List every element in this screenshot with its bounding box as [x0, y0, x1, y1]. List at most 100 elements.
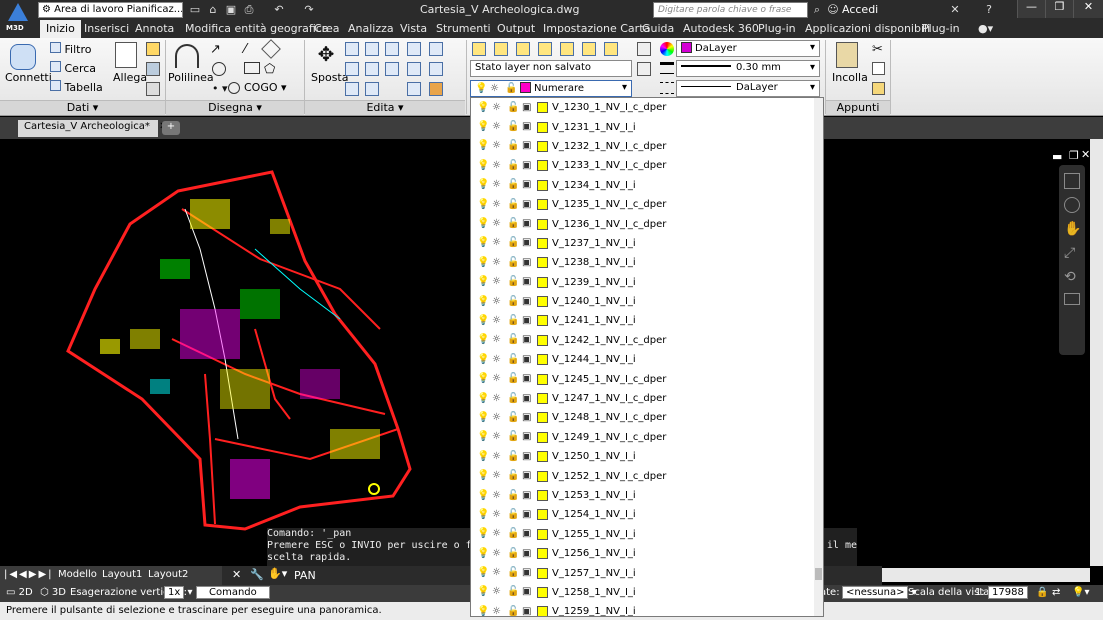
- paste-icon[interactable]: [836, 42, 858, 68]
- layer-list-item[interactable]: 💡 ☼ 🔓 ▣ V_1232_1_NV_I_c_dper: [471, 137, 823, 156]
- close-button[interactable]: ✕: [1073, 0, 1103, 18]
- layer-list-item[interactable]: 💡 ☼ 🔓 ▣ V_1255_1_NV_I_i: [471, 525, 823, 544]
- tab-layout1[interactable]: Layout1: [102, 569, 142, 580]
- help-icon[interactable]: ?: [982, 3, 996, 16]
- erase-icon[interactable]: [385, 42, 399, 56]
- lightbulb-icon[interactable]: 💡: [477, 102, 489, 113]
- data-tool-icon[interactable]: [146, 82, 160, 96]
- file-tab[interactable]: Cartesia_V Archeologica* ✕: [18, 120, 168, 137]
- lightbulb-icon[interactable]: 💡: [477, 180, 489, 190]
- layer-tool-icon[interactable]: [146, 42, 160, 56]
- binoculars-icon[interactable]: ⌕: [810, 3, 824, 16]
- viewport-freeze-icon[interactable]: ▣: [522, 160, 532, 171]
- sun-icon[interactable]: ☼: [492, 315, 502, 326]
- polilinea-button[interactable]: Polilinea: [168, 71, 214, 84]
- sun-icon[interactable]: ☼: [492, 199, 502, 210]
- linetype-dropdown[interactable]: DaLayer ▾: [676, 80, 820, 97]
- lock-icon[interactable]: 🔓: [507, 587, 519, 597]
- sun-icon[interactable]: ☼: [492, 277, 502, 287]
- vertical-scrollbar[interactable]: [1090, 139, 1103, 566]
- layer-list-item[interactable]: 💡 ☼ 🔓 ▣ V_1256_1_NV_I_i: [471, 544, 823, 563]
- open-file-icon[interactable]: ⌂: [206, 3, 220, 16]
- tab-plug-in-2[interactable]: Plug-in: [922, 22, 960, 35]
- sun-icon[interactable]: ☼: [492, 490, 502, 501]
- search-input[interactable]: Digitare parola chiave o frase: [653, 2, 808, 18]
- sun-icon[interactable]: ☼: [492, 160, 502, 171]
- minimize-button[interactable]: —: [1017, 0, 1045, 18]
- attach-icon[interactable]: [115, 42, 137, 68]
- lightbulb-icon[interactable]: 💡: [477, 606, 489, 616]
- color-dropdown[interactable]: DaLayer ▾: [676, 40, 820, 57]
- color-wheel-icon[interactable]: [660, 42, 674, 56]
- viewport-freeze-icon[interactable]: ▣: [522, 199, 532, 210]
- scale-input[interactable]: 17988: [988, 586, 1028, 599]
- query-icon[interactable]: [146, 62, 160, 76]
- viewport-freeze-icon[interactable]: ▣: [522, 393, 532, 404]
- tab-impostazione-carta[interactable]: Impostazione Carta: [543, 22, 650, 35]
- array-icon[interactable]: [345, 82, 359, 96]
- sun-icon[interactable]: ☼: [492, 509, 502, 520]
- viewport-freeze-icon[interactable]: ▣: [522, 471, 532, 481]
- cogo-icon[interactable]: [228, 82, 240, 94]
- save-icon[interactable]: ▣: [224, 3, 238, 16]
- fillet-icon[interactable]: [365, 62, 379, 76]
- viewport-freeze-icon[interactable]: ▣: [522, 102, 532, 113]
- layer-list-item[interactable]: 💡 ☼ 🔓 ▣ V_1235_1_NV_I_c_dper: [471, 195, 823, 214]
- command-input[interactable]: PAN: [294, 569, 316, 582]
- database-icon[interactable]: [10, 44, 36, 70]
- lightbulb-icon[interactable]: 💡: [477, 160, 489, 171]
- viewport-freeze-icon[interactable]: ▣: [522, 509, 532, 520]
- lightbulb-icon[interactable]: 💡: [477, 548, 489, 559]
- offset-icon[interactable]: [385, 62, 399, 76]
- layer-iso-icon[interactable]: [516, 42, 530, 56]
- viewport-freeze-icon[interactable]: ▣: [522, 315, 532, 326]
- tab-vista[interactable]: Vista: [400, 22, 427, 35]
- lock-icon[interactable]: 🔓: [507, 122, 519, 132]
- rotate-icon[interactable]: [345, 42, 359, 56]
- wrench-icon[interactable]: 🔧: [250, 568, 264, 581]
- tab-autodesk-360[interactable]: Autodesk 360: [683, 22, 759, 35]
- view-2d-button[interactable]: ▭ 2D: [6, 587, 33, 598]
- sun-icon[interactable]: ☼: [492, 335, 502, 345]
- layer-list-item[interactable]: 💡 ☼ 🔓 ▣ V_1234_1_NV_I_i: [471, 176, 823, 195]
- move-icon[interactable]: ✥: [315, 43, 337, 65]
- connetti-button[interactable]: Connetti: [5, 71, 52, 84]
- annotation-icon[interactable]: ⇄: [1052, 587, 1060, 598]
- rectangle-icon[interactable]: [244, 62, 260, 74]
- viewport-freeze-icon[interactable]: ▣: [522, 529, 532, 539]
- lightbulb-icon[interactable]: 💡: [477, 412, 489, 423]
- lock-icon[interactable]: 🔓: [507, 102, 519, 113]
- lock-icon[interactable]: 🔓: [507, 315, 519, 326]
- viewport-freeze-icon[interactable]: ▣: [522, 141, 532, 151]
- circle-icon[interactable]: [212, 62, 226, 76]
- viewport-close-icon[interactable]: ✕: [1081, 148, 1090, 161]
- lightbulb-icon[interactable]: 💡: [477, 568, 489, 578]
- scale-icon[interactable]: [429, 62, 443, 76]
- layer-list-item[interactable]: 💡 ☼ 🔓 ▣ V_1257_1_NV_I_i: [471, 563, 823, 582]
- sun-icon[interactable]: ☼: [492, 412, 502, 423]
- sun-icon[interactable]: ☼: [492, 432, 502, 442]
- lightbulb-status-icon[interactable]: 💡▾: [1072, 587, 1089, 598]
- lock-icon[interactable]: 🔓: [507, 548, 519, 559]
- sun-icon[interactable]: ☼: [492, 102, 502, 113]
- sun-icon[interactable]: ☼: [492, 354, 502, 365]
- viewport-freeze-icon[interactable]: ▣: [522, 606, 532, 616]
- tab-inizio[interactable]: Inizio: [40, 20, 81, 38]
- viewport-freeze-icon[interactable]: ▣: [522, 335, 532, 345]
- sun-icon[interactable]: ☼: [492, 587, 502, 597]
- steering-wheel-icon[interactable]: [1064, 197, 1080, 213]
- lock-icon[interactable]: 🔓: [507, 529, 519, 539]
- scrollbar-thumb[interactable]: [815, 568, 822, 580]
- lock-icon[interactable]: 🔓: [507, 568, 519, 578]
- viewport-freeze-icon[interactable]: ▣: [522, 277, 532, 287]
- pentagon-icon[interactable]: ⬠: [264, 62, 278, 77]
- lock-icon[interactable]: 🔓: [507, 238, 519, 248]
- lightbulb-icon[interactable]: 💡: [477, 529, 489, 539]
- sposta-button[interactable]: Sposta: [311, 71, 348, 84]
- point-icon[interactable]: • ▾: [212, 82, 228, 95]
- lock-icon[interactable]: 🔓: [507, 606, 519, 616]
- lightbulb-icon[interactable]: 💡: [477, 238, 489, 248]
- lock-icon[interactable]: 🔓: [507, 354, 519, 365]
- cut-icon[interactable]: ✂: [872, 42, 883, 57]
- layer-list-item[interactable]: 💡 ☼ 🔓 ▣ V_1258_1_NV_I_i: [471, 583, 823, 602]
